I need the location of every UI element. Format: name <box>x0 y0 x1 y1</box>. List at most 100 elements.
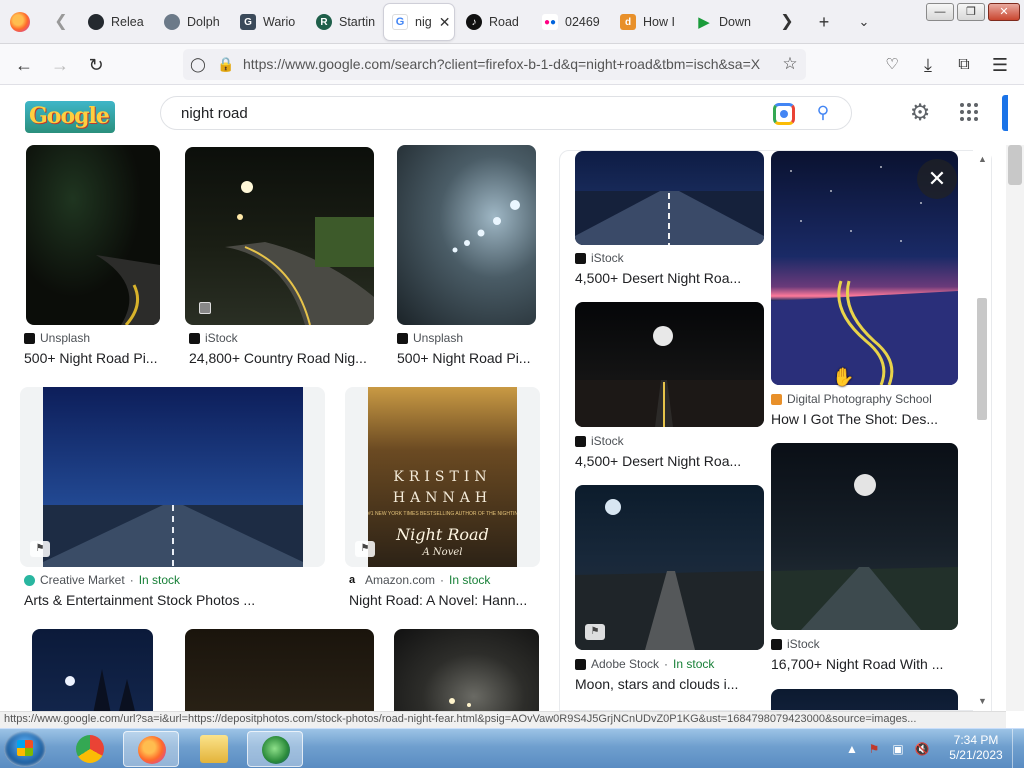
reload-icon[interactable]: ↻ <box>84 53 108 77</box>
panel-source[interactable]: iStock <box>575 434 624 448</box>
search-input[interactable]: night road <box>181 105 248 122</box>
list-all-tabs-icon[interactable]: ⌄ <box>852 10 876 34</box>
road-image <box>225 181 374 325</box>
taskbar-firefox[interactable] <box>123 731 179 767</box>
close-panel-icon[interactable]: ✕ <box>917 159 957 199</box>
extensions-icon[interactable]: ⧉ <box>952 53 976 77</box>
source-name: Unsplash <box>413 331 464 345</box>
result-thumbnail[interactable] <box>397 145 536 325</box>
panel-scrollbar[interactable]: ▲ ▼ <box>973 150 991 711</box>
desert-road-image <box>575 191 764 245</box>
tab-flickr[interactable]: ● ● 02469 <box>534 4 606 40</box>
result-thumbnail[interactable]: KRISTIN HANNAH #1 NEW YORK TIMES BESTSEL… <box>345 387 540 567</box>
taskbar-network-app[interactable] <box>247 731 303 767</box>
volume-muted-icon[interactable]: 🔇 <box>914 741 930 757</box>
tab-close-icon[interactable]: ✕ <box>439 14 451 31</box>
tab-label: Down <box>719 15 751 29</box>
result-title[interactable]: Arts & Entertainment Stock Photos ... <box>24 592 324 608</box>
result-thumbnail[interactable] <box>32 629 153 711</box>
system-clock[interactable]: 7:34 PM 5/21/2023 <box>944 733 1008 763</box>
panel-thumbnail[interactable] <box>771 689 958 710</box>
panel-title[interactable]: 16,700+ Night Road With ... <box>771 656 961 672</box>
panel-source[interactable]: iStock <box>771 637 820 651</box>
tab-download[interactable]: ▶ Down <box>688 4 766 40</box>
firefox-logo-icon[interactable] <box>10 12 30 32</box>
address-bar[interactable]: ◯ 🔒 https://www.google.com/search?client… <box>183 49 806 80</box>
tab-scroll-right-icon[interactable]: ❯ <box>776 10 798 34</box>
show-desktop-button[interactable] <box>1012 729 1024 768</box>
result-title[interactable]: Night Road: A Novel: Hann... <box>349 592 535 608</box>
tracking-shield-icon[interactable]: ◯ <box>187 53 209 75</box>
panel-source[interactable]: Digital Photography School <box>771 392 932 406</box>
network-icon[interactable]: ▣ <box>890 741 906 757</box>
scroll-down-icon[interactable]: ▼ <box>978 696 987 706</box>
url-text[interactable]: https://www.google.com/search?client=fir… <box>243 56 763 72</box>
panel-scroll-thumb[interactable] <box>977 298 987 420</box>
pocket-icon[interactable]: ♡ <box>880 53 904 77</box>
result-thumbnail[interactable] <box>394 629 539 711</box>
result-thumbnail[interactable] <box>185 147 374 325</box>
google-apps-icon[interactable] <box>958 101 980 123</box>
result-title[interactable]: 500+ Night Road Pi... <box>24 350 164 366</box>
tab-how-i[interactable]: d How I <box>612 4 684 40</box>
tab-road[interactable]: ♪ Road <box>458 4 530 40</box>
scroll-up-icon[interactable]: ▲ <box>978 154 987 164</box>
panel-source[interactable]: iStock <box>575 251 624 265</box>
google-icon: G <box>392 14 408 30</box>
settings-gear-icon[interactable]: ⚙ <box>907 99 933 125</box>
result-source[interactable]: Creative Market · In stock <box>24 573 180 587</box>
result-source[interactable]: Unsplash <box>24 331 90 345</box>
restore-button[interactable]: ❐ <box>957 3 985 21</box>
tab-scroll-left-icon[interactable]: ❮ <box>50 10 72 34</box>
google-doodle-logo[interactable]: Google <box>25 101 115 133</box>
search-box[interactable]: night road ⚲ <box>160 96 852 130</box>
stock-status: In stock <box>138 573 181 587</box>
page-scroll-thumb[interactable] <box>1008 145 1022 185</box>
panel-source[interactable]: Adobe Stock · In stock <box>575 657 714 671</box>
minimize-button[interactable]: — <box>926 3 954 21</box>
panel-title[interactable]: Moon, stars and clouds i... <box>575 676 765 692</box>
start-button[interactable] <box>4 731 46 767</box>
firefox-icon <box>138 736 166 764</box>
downloads-icon[interactable]: ⤓ <box>916 53 940 77</box>
account-edge[interactable] <box>1002 95 1008 131</box>
shopping-tag-icon: ⚑ <box>355 541 375 557</box>
window-close-button[interactable]: ✕ <box>988 3 1020 21</box>
road-lights-image <box>449 698 471 707</box>
panel-thumbnail[interactable] <box>575 302 764 427</box>
tab-releases[interactable]: Relea <box>80 4 158 40</box>
tab-wario[interactable]: G Wario <box>232 4 310 40</box>
result-thumbnail[interactable] <box>20 387 325 567</box>
back-arrow-icon[interactable]: ← <box>12 53 36 77</box>
menu-hamburger-icon[interactable]: ☰ <box>988 53 1012 77</box>
tab-dolphin[interactable]: Dolph <box>156 4 234 40</box>
panel-title[interactable]: How I Got The Shot: Des... <box>771 411 961 427</box>
tab-google-images[interactable]: G nig ✕ <box>384 4 454 40</box>
show-hidden-icons-icon[interactable]: ▲ <box>844 741 860 757</box>
result-title[interactable]: 500+ Night Road Pi... <box>397 350 537 366</box>
result-source[interactable]: iStock <box>189 331 238 345</box>
result-thumbnail[interactable] <box>26 145 160 325</box>
google-lens-icon[interactable] <box>773 103 795 125</box>
new-tab-icon[interactable]: + <box>812 10 836 34</box>
book-title: Night Road <box>396 525 489 544</box>
taskbar-chrome[interactable] <box>62 731 118 767</box>
result-source[interactable]: a Amazon.com · In stock <box>349 573 490 587</box>
action-center-icon[interactable]: ⚑ <box>866 741 882 757</box>
istock-icon <box>189 332 200 344</box>
page-scrollbar[interactable] <box>1006 145 1024 711</box>
panel-title[interactable]: 4,500+ Desert Night Roa... <box>575 453 765 469</box>
result-source[interactable]: Unsplash <box>397 331 463 345</box>
book-blurb: #1 NEW YORK TIMES BESTSELLING AUTHOR OF … <box>368 511 517 517</box>
panel-title[interactable]: 4,500+ Desert Night Roa... <box>575 270 765 286</box>
taskbar-explorer[interactable] <box>186 731 242 767</box>
bookmark-star-icon[interactable]: ☆ <box>779 53 801 75</box>
result-thumbnail[interactable] <box>185 629 374 711</box>
forward-arrow-icon[interactable]: → <box>48 53 72 77</box>
panel-thumbnail[interactable] <box>771 443 958 630</box>
result-title[interactable]: 24,800+ Country Road Nig... <box>189 350 373 366</box>
search-icon[interactable]: ⚲ <box>811 101 835 125</box>
panel-thumbnail[interactable] <box>575 151 764 245</box>
tab-starting[interactable]: R Startin <box>308 4 384 40</box>
lock-icon[interactable]: 🔒 <box>215 53 237 75</box>
